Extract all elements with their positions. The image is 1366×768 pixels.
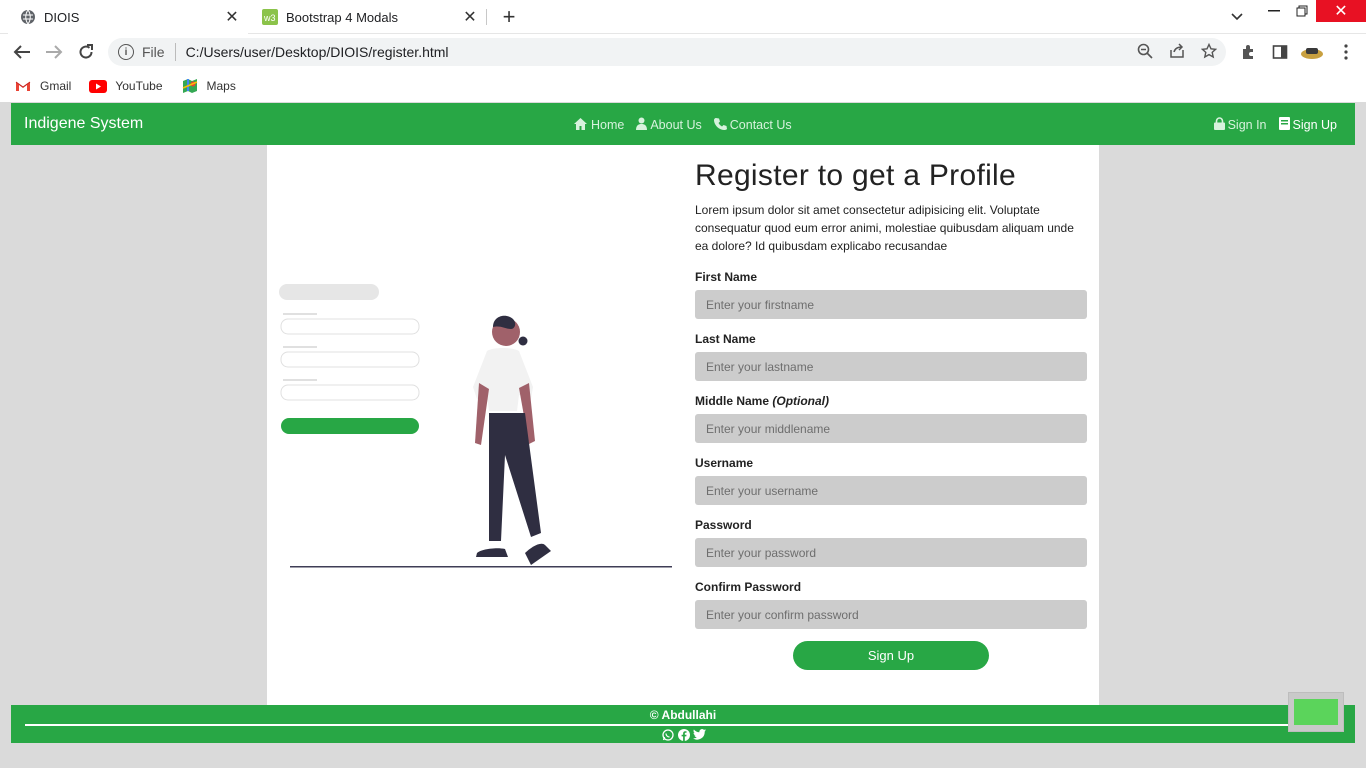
middle-name-label: Middle Name (Optional) [695,394,830,408]
nav-links: Home About Us Contact Us [573,117,792,133]
bookmark-label: Gmail [40,79,72,93]
nav-contact[interactable]: Contact Us [713,117,792,133]
browser-toolbar: i File C:/Users/user/Desktop/DIOIS/regis… [0,34,1366,70]
divider [174,43,176,61]
w3schools-icon: w3 [262,9,278,25]
facebook-icon[interactable] [677,728,690,741]
page-title: Register to get a Profile [695,159,1016,192]
auth-links: Sign In Sign Up [1213,117,1337,133]
globe-icon [20,9,36,25]
close-icon[interactable]: ✕ [222,7,242,27]
middle-name-input[interactable] [695,414,1087,443]
reload-icon[interactable] [74,40,98,64]
site-footer: © Abdullahi [11,705,1355,743]
youtube-icon [89,79,108,93]
last-name-input[interactable] [695,352,1087,381]
side-panel-icon[interactable] [1270,42,1290,62]
close-icon[interactable]: ✕ [460,7,480,27]
widget-icon [1294,699,1338,725]
last-name-label: Last Name [695,332,756,346]
confirm-password-label: Confirm Password [695,580,802,594]
password-label: Password [695,518,752,532]
star-icon[interactable] [1200,42,1218,60]
bookmark-label: YouTube [115,79,163,93]
first-name-input[interactable] [695,290,1087,319]
maximize-button[interactable] [1290,0,1314,22]
browser-tabstrip: DIOIS ✕ w3 Bootstrap 4 Modals ✕ + ✕ [0,0,1366,34]
tab-title: Bootstrap 4 Modals [286,9,399,25]
nav-label: Home [591,118,625,132]
nav-label: About Us [650,118,702,132]
sign-up-button[interactable]: Sign Up [793,641,989,670]
footer-divider [25,724,1341,726]
form-description: Lorem ipsum dolor sit amet consectetur a… [695,203,1074,253]
web-page: Indigene System Home About Us Contact Us [0,102,1366,768]
sign-up-link[interactable]: Sign Up [1278,117,1337,133]
share-icon[interactable] [1168,42,1186,60]
username-label: Username [695,456,754,470]
copyright-text: © Abdullahi [649,708,717,722]
register-card: Register to get a Profile Lorem ipsum do… [267,145,1099,705]
floating-widget[interactable] [1288,692,1344,732]
password-input[interactable] [695,538,1087,567]
username-input[interactable] [695,476,1087,505]
nav-about[interactable]: About Us [636,117,702,133]
home-icon [573,117,588,133]
profile-avatar[interactable] [1300,42,1324,62]
register-form: Register to get a Profile Lorem ipsum do… [695,159,1087,670]
tab-bootstrap-modals[interactable]: w3 Bootstrap 4 Modals ✕ [250,0,486,34]
user-icon [636,117,648,133]
optional-tag: (Optional) [772,394,830,408]
svg-text:w3: w3 [263,13,276,23]
nav-home[interactable]: Home [573,117,624,133]
tab-title: DIOIS [44,9,80,25]
chevron-down-icon[interactable] [1226,6,1248,28]
bookmark-label: Maps [206,79,236,93]
first-name-label: First Name [695,270,758,284]
site-navbar: Indigene System Home About Us Contact Us [11,103,1355,145]
zoom-icon[interactable] [1136,42,1154,60]
nav-label: Contact Us [729,118,792,132]
phone-icon [713,117,727,133]
book-icon [1278,117,1290,133]
bookmarks-bar: Gmail YouTube Maps [0,70,1366,102]
sign-in-link[interactable]: Sign In [1213,117,1267,133]
extensions-icon[interactable] [1238,42,1258,62]
address-bar[interactable]: i File C:/Users/user/Desktop/DIOIS/regis… [108,38,1226,66]
tab-diois[interactable]: DIOIS ✕ [8,0,248,34]
twitter-icon[interactable] [693,728,706,741]
sign-in-label: Sign In [1227,118,1267,132]
new-tab-button[interactable]: + [497,4,521,29]
back-icon[interactable] [10,40,34,64]
gmail-icon [14,79,32,93]
signup-illustration [277,275,677,575]
site-brand[interactable]: Indigene System [24,115,143,133]
bookmark-gmail[interactable]: Gmail [14,79,71,93]
sign-up-label: Sign Up [1292,118,1337,132]
confirm-password-input[interactable] [695,600,1087,629]
scheme-label: File [142,44,165,60]
whatsapp-icon[interactable] [661,728,674,741]
forward-icon[interactable] [42,40,66,64]
maps-icon [181,79,199,93]
bookmark-youtube[interactable]: YouTube [89,79,163,93]
bookmark-maps[interactable]: Maps [181,79,236,93]
info-icon[interactable]: i [118,44,134,60]
lock-icon [1213,117,1225,133]
window-close-button[interactable]: ✕ [1316,0,1366,22]
social-links [661,728,706,741]
url-text[interactable]: C:/Users/user/Desktop/DIOIS/register.htm… [186,44,449,60]
tab-divider [486,9,487,25]
menu-icon[interactable] [1336,42,1356,62]
minimize-button[interactable] [1260,0,1288,22]
